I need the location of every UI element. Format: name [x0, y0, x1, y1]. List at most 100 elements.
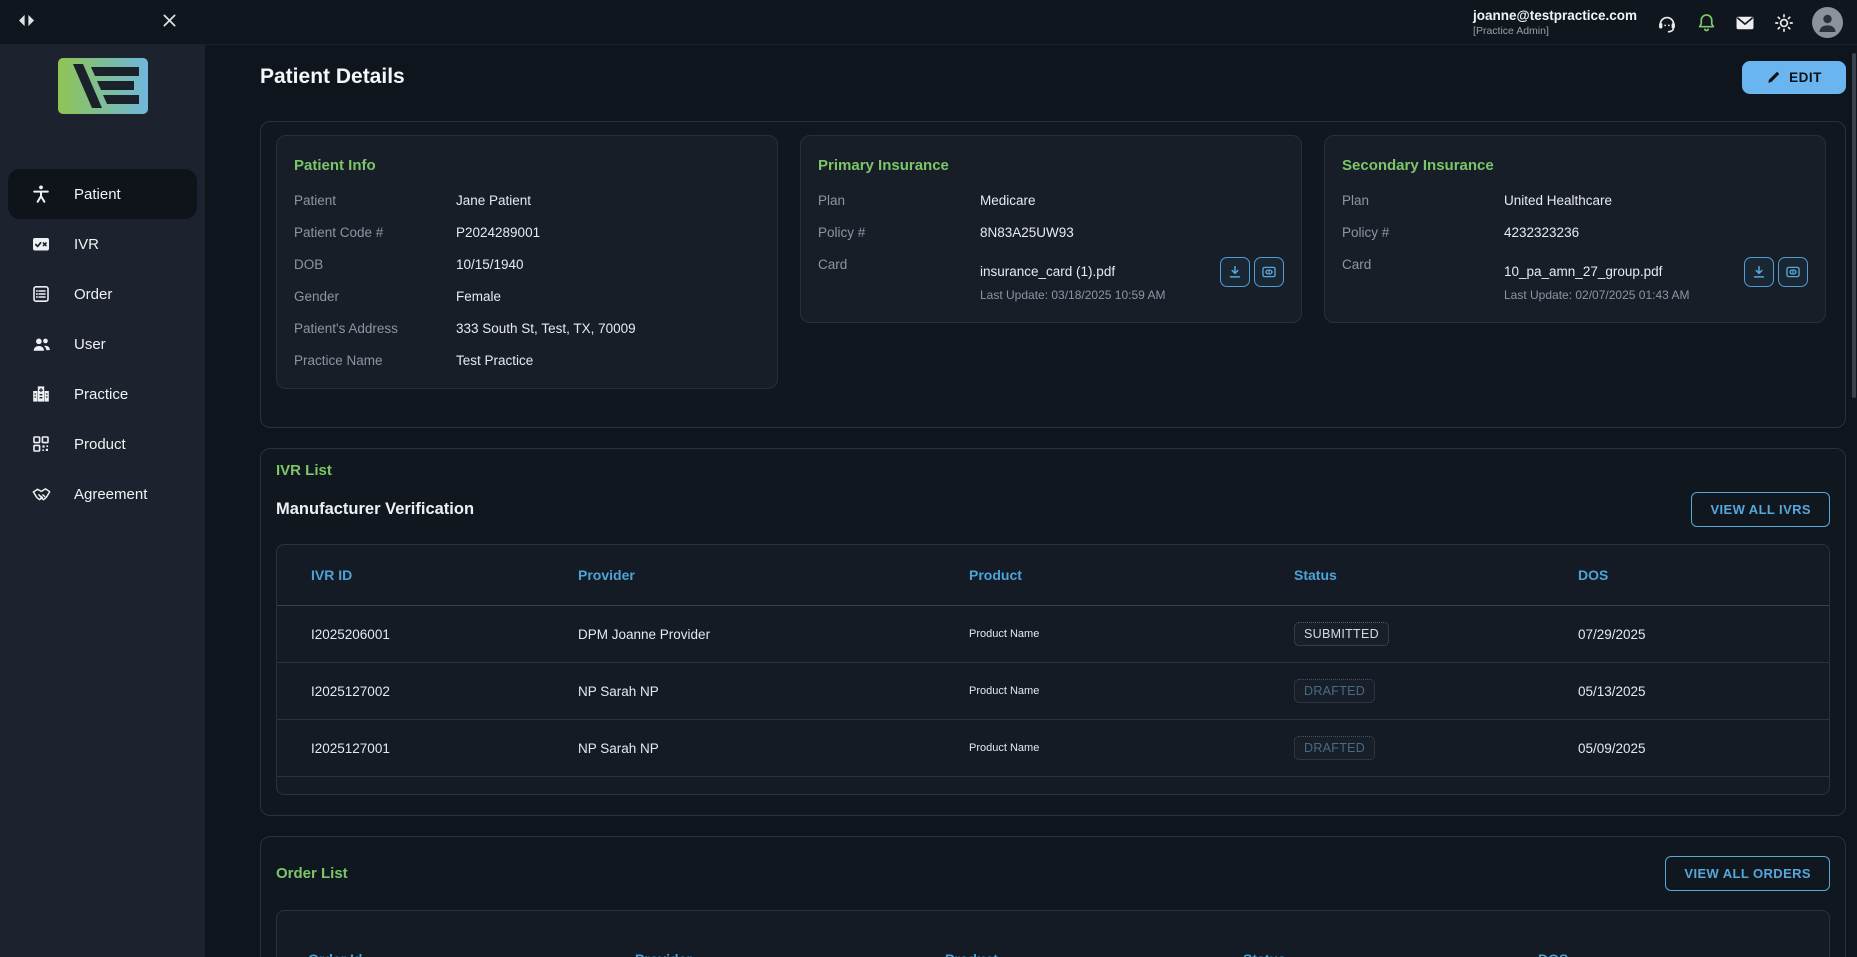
sidebar-item-label: User: [74, 336, 106, 353]
column-header: DOS: [1578, 567, 1829, 583]
sidebar-item-order[interactable]: Order: [8, 269, 197, 319]
theme-sun-icon[interactable]: [1773, 12, 1795, 34]
sidebar-item-label: Agreement: [74, 486, 147, 503]
sidebar-nav: Patient IVR: [0, 169, 205, 519]
insurance-card-filename: 10_pa_amn_27_group.pdf: [1504, 264, 1689, 279]
preview-icon: [1261, 264, 1277, 280]
sidebar-item-practice[interactable]: Practice: [8, 369, 197, 419]
preview-button[interactable]: [1778, 257, 1808, 287]
cell-provider: NP Sarah NP: [578, 741, 969, 756]
column-header: Product: [969, 567, 1294, 583]
close-icon[interactable]: [162, 13, 177, 28]
view-all-ivrs-button[interactable]: VIEW ALL IVRS: [1691, 492, 1830, 527]
main-content: Patient Details EDIT Patient Info Patien…: [205, 45, 1857, 957]
field-label: Plan: [818, 193, 980, 208]
user-meta: joanne@testpractice.com [Practice Admin]: [1473, 8, 1637, 38]
status-badge: DRAFTED: [1294, 679, 1375, 703]
column-header: Order Id: [308, 911, 635, 957]
cell-dos: 07/29/2025: [1578, 627, 1829, 642]
sidebar-item-label: IVR: [74, 236, 99, 253]
page-title: Patient Details: [260, 65, 405, 89]
ivr-table: IVR ID Provider Product Status DOS I2025…: [276, 544, 1830, 795]
ivr-table-row[interactable]: I2025127002 NP Sarah NP Product Name DRA…: [277, 663, 1829, 720]
cell-ivr-id: I2025127002: [311, 684, 578, 699]
ivr-icon: [30, 233, 52, 255]
field-label: Policy #: [818, 225, 980, 240]
edit-button[interactable]: EDIT: [1742, 61, 1846, 94]
field-value: Jane Patient: [456, 193, 760, 208]
field-value: Medicare: [980, 193, 1284, 208]
cell-dos: 05/09/2025: [1578, 741, 1829, 756]
patient-info-card: Patient Info PatientJane Patient Patient…: [276, 135, 778, 389]
cell-product: Product Name: [969, 685, 1294, 697]
field-label: Policy #: [1342, 225, 1504, 240]
user-icon: [30, 333, 52, 355]
insurance-card-filename: insurance_card (1).pdf: [980, 264, 1165, 279]
support-agent-icon[interactable]: [1656, 12, 1678, 34]
cell-dos: 05/13/2025: [1578, 684, 1829, 699]
page-scrollbar: [1851, 45, 1856, 957]
status-badge: DRAFTED: [1294, 736, 1375, 760]
ivr-table-row[interactable]: I2025206001 DPM Joanne Provider Product …: [277, 606, 1829, 663]
field-label: Card: [818, 257, 980, 302]
agreement-icon: [30, 483, 52, 505]
view-all-orders-button[interactable]: VIEW ALL ORDERS: [1665, 856, 1830, 891]
mail-icon[interactable]: [1734, 12, 1756, 34]
sidebar-item-ivr[interactable]: IVR: [8, 219, 197, 269]
app-root: joanne@testpractice.com [Practice Admin]: [0, 0, 1857, 957]
field-value: 8N83A25UW93: [980, 225, 1284, 240]
ivr-table-row[interactable]: I2025127001 NP Sarah NP Product Name DRA…: [277, 720, 1829, 777]
field-label: DOB: [294, 257, 456, 272]
order-list-panel: Order List VIEW ALL ORDERS Order Id Prov…: [260, 836, 1846, 957]
field-label: Gender: [294, 289, 456, 304]
notifications-bell-icon[interactable]: [1695, 12, 1717, 34]
status-badge: SUBMITTED: [1294, 622, 1389, 646]
ivr-list-title: IVR List: [276, 462, 1830, 479]
field-label: Practice Name: [294, 353, 456, 368]
cell-ivr-id: I2025206001: [311, 627, 578, 642]
field-label: Patient: [294, 193, 456, 208]
download-button[interactable]: [1744, 257, 1774, 287]
product-icon: [30, 433, 52, 455]
pencil-icon: [1766, 70, 1781, 85]
cell-product: Product Name: [969, 742, 1294, 754]
field-value: 4232323236: [1504, 225, 1808, 240]
ivr-list-panel: IVR List Manufacturer Verification VIEW …: [260, 448, 1846, 816]
patient-icon: [30, 183, 52, 205]
card-title: Patient Info: [294, 157, 760, 174]
sidebar-item-label: Practice: [74, 386, 128, 403]
sidebar-item-patient[interactable]: Patient: [8, 169, 197, 219]
column-header: Provider: [635, 911, 945, 957]
download-button[interactable]: [1220, 257, 1250, 287]
column-header: DOS: [1538, 911, 1829, 957]
primary-insurance-card: Primary Insurance PlanMedicare Policy #8…: [800, 135, 1302, 323]
user-role: [Practice Admin]: [1473, 25, 1637, 37]
sidebar-item-product[interactable]: Product: [8, 419, 197, 469]
sidebar-collapse-icon[interactable]: [18, 13, 35, 28]
scrollbar-thumb[interactable]: [1852, 53, 1856, 398]
order-table-header: Order Id Provider Product Status DOS: [277, 911, 1829, 957]
column-header: Product: [945, 911, 1243, 957]
user-email: joanne@testpractice.com: [1473, 8, 1637, 24]
column-header: Status: [1294, 567, 1578, 583]
user-avatar[interactable]: [1812, 7, 1843, 38]
app-logo: [58, 58, 148, 114]
topbar: joanne@testpractice.com [Practice Admin]: [0, 0, 1857, 45]
sidebar-item-user[interactable]: User: [8, 319, 197, 369]
field-value: Female: [456, 289, 760, 304]
sidebar: Patient IVR: [0, 45, 205, 957]
column-header: Status: [1243, 911, 1538, 957]
field-value: 333 South St, Test, TX, 70009: [456, 321, 760, 336]
column-header: IVR ID: [311, 567, 578, 583]
card-title: Primary Insurance: [818, 157, 1284, 174]
preview-button[interactable]: [1254, 257, 1284, 287]
sidebar-item-label: Product: [74, 436, 126, 453]
field-value: 10/15/1940: [456, 257, 760, 272]
order-table: Order Id Provider Product Status DOS: [276, 910, 1830, 957]
card-title: Secondary Insurance: [1342, 157, 1808, 174]
sidebar-item-agreement[interactable]: Agreement: [8, 469, 197, 519]
insurance-card-last-update: Last Update: 03/18/2025 10:59 AM: [980, 288, 1165, 302]
order-icon: [30, 283, 52, 305]
ivr-subtitle: Manufacturer Verification: [276, 500, 474, 519]
practice-icon: [30, 383, 52, 405]
